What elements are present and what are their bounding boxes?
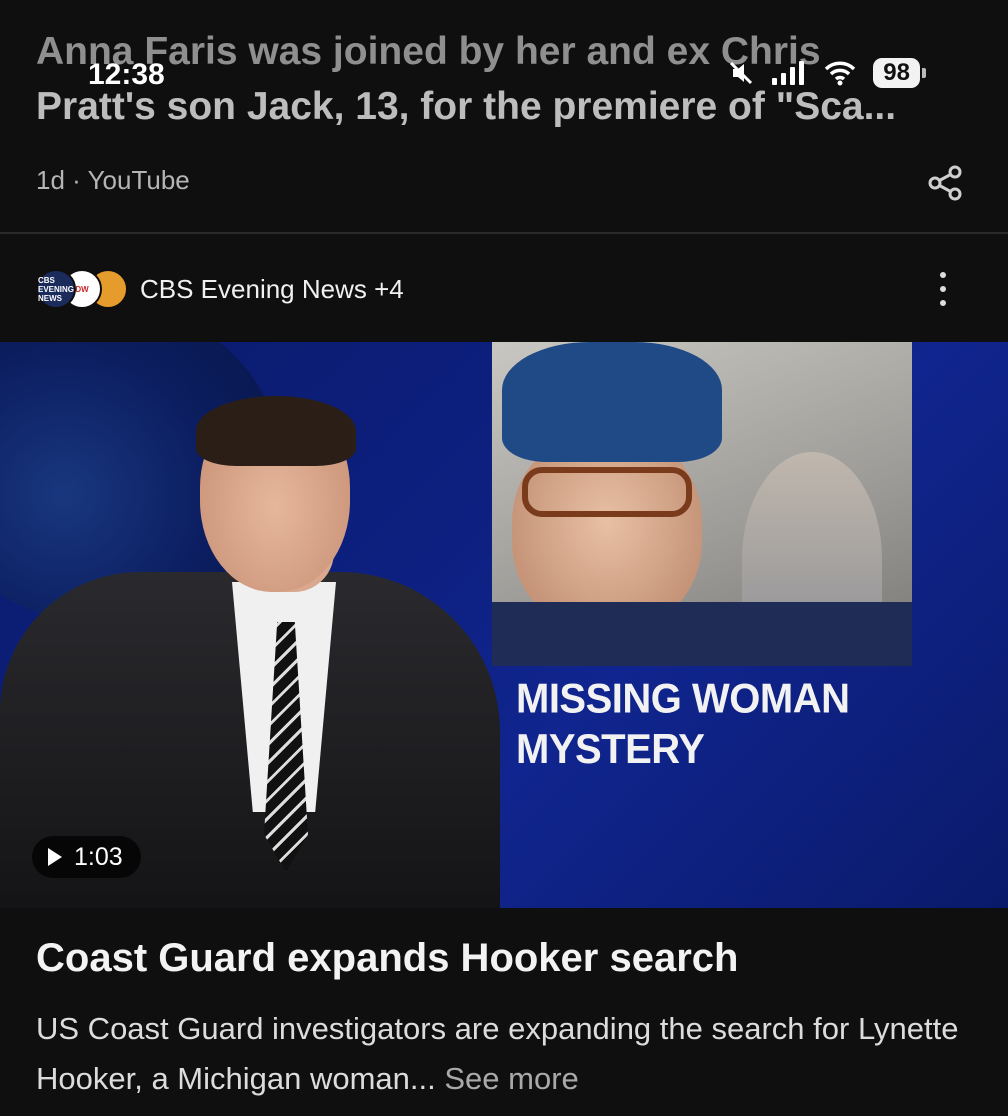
dot — [940, 272, 946, 278]
blue-hat — [502, 342, 722, 462]
video-duration-badge[interactable]: 1:03 — [32, 836, 141, 878]
source-row[interactable]: CBS EVENING NEWS DW CBS Evening News +4 — [36, 266, 404, 312]
prev-article-title[interactable]: Anna Faris was joined by her and ex Chri… — [36, 24, 976, 134]
video-duration: 1:03 — [74, 842, 123, 871]
more-options-icon[interactable] — [930, 272, 956, 306]
share-icon[interactable] — [926, 164, 964, 202]
banner-line1: MISSING WOMAN — [516, 675, 850, 722]
source-name: CBS Evening News +4 — [140, 273, 404, 304]
anchor-hair — [196, 396, 356, 466]
prev-article-meta: 1d · YouTube — [36, 165, 190, 196]
meta-separator: · — [64, 165, 88, 195]
inset-photo — [492, 342, 912, 666]
card-divider — [0, 232, 1008, 234]
see-more-link[interactable]: See more — [444, 1061, 578, 1096]
prev-title-line2: Pratt's son Jack, 13, for the premiere o… — [36, 85, 897, 128]
article-snippet: US Coast Guard investigators are expandi… — [36, 1004, 976, 1104]
prev-article-source: YouTube — [87, 165, 190, 195]
video-banner-text: MISSING WOMAN MYSTERY — [516, 674, 850, 775]
dot — [940, 286, 946, 292]
source-logos: CBS EVENING NEWS DW — [36, 269, 130, 309]
play-icon — [48, 848, 62, 866]
prev-article-age: 1d — [36, 165, 65, 195]
article-headline[interactable]: Coast Guard expands Hooker search — [36, 936, 738, 981]
glasses — [522, 467, 692, 517]
prev-title-line1: Anna Faris was joined by her and ex Chri… — [36, 30, 821, 73]
dot — [940, 300, 946, 306]
jacket — [492, 602, 912, 666]
banner-line2: MYSTERY — [516, 726, 705, 773]
video-thumbnail[interactable]: MISSING WOMAN MYSTERY 1:03 — [0, 342, 1008, 908]
cbs-logo-icon: CBS EVENING NEWS — [36, 269, 76, 309]
